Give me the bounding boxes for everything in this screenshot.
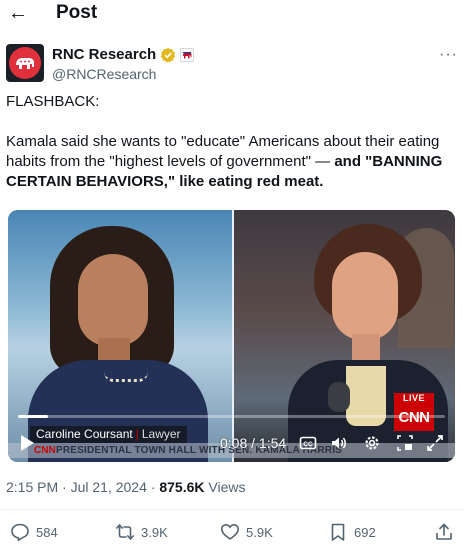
- volume-icon[interactable]: [330, 434, 348, 452]
- captions-icon[interactable]: CC: [299, 434, 317, 452]
- avatar[interactable]: [6, 44, 44, 82]
- pip-icon[interactable]: [396, 434, 414, 452]
- bookmark-icon: [331, 523, 345, 541]
- microphone-icon: [328, 382, 350, 412]
- author-name[interactable]: RNC Research: [52, 46, 156, 64]
- video-player[interactable]: LIVE CNN Caroline Coursant | Lawyer CNN PR…: [8, 210, 455, 462]
- top-bar: ← Post: [0, 0, 464, 28]
- reply-count: 584: [36, 524, 58, 540]
- views-label: Views: [208, 479, 246, 495]
- arrow-left-icon[interactable]: ←: [6, 1, 30, 25]
- divider: [0, 509, 464, 510]
- play-icon[interactable]: [18, 434, 36, 452]
- video-progress-bar[interactable]: [18, 415, 445, 418]
- post-meta: 2:15 PM · Jul 21, 2024 · 875.6K Views: [6, 479, 246, 495]
- tweet-line-flashback: FLASHBACK:: [6, 93, 100, 110]
- lower-third-role: Lawyer: [141, 427, 181, 441]
- action-bar: 584 3.9K 5.9K 692: [0, 520, 464, 544]
- reply-button[interactable]: 584: [10, 520, 58, 544]
- author-name-row: RNC Research: [52, 46, 195, 64]
- repost-icon: [116, 524, 134, 540]
- like-count: 5.9K: [246, 524, 273, 540]
- tweet-text: FLASHBACK: Kamala said she wants to "edu…: [6, 92, 458, 192]
- svg-text:CC: CC: [303, 441, 313, 448]
- like-button[interactable]: 5.9K: [220, 520, 273, 544]
- video-timecode: 0:08 / 1:54: [220, 435, 287, 451]
- page-title: Post: [56, 2, 98, 23]
- bookmark-button[interactable]: 692: [328, 520, 376, 544]
- bookmark-count: 692: [354, 524, 376, 540]
- reply-icon: [11, 523, 29, 541]
- live-label: LIVE: [394, 393, 434, 404]
- lower-third: Caroline Coursant | Lawyer: [30, 426, 230, 444]
- video-frame-left: [8, 210, 232, 462]
- share-icon: [436, 523, 452, 540]
- views-count: 875.6K: [159, 479, 205, 495]
- share-button[interactable]: [434, 520, 454, 544]
- affiliation-badge-icon[interactable]: [180, 48, 195, 62]
- cnn-live-badge: LIVE CNN: [394, 393, 434, 433]
- more-options-icon[interactable]: ···: [439, 46, 458, 64]
- settings-icon[interactable]: [363, 434, 381, 452]
- elephant-logo-icon: [9, 47, 41, 79]
- video-progress-fill: [18, 415, 48, 418]
- chyron-logo: CNN: [34, 445, 56, 456]
- author-row: RNC Research @RNCResearch ···: [6, 44, 458, 84]
- lower-third-name: Caroline Coursant: [36, 427, 133, 441]
- fullscreen-icon[interactable]: [426, 434, 444, 452]
- author-handle[interactable]: @RNCResearch: [52, 65, 156, 83]
- post-time[interactable]: 2:15 PM: [6, 479, 58, 495]
- post-date[interactable]: Jul 21, 2024: [71, 479, 147, 495]
- repost-count: 3.9K: [141, 524, 168, 540]
- heart-icon: [221, 524, 239, 540]
- verified-badge-icon[interactable]: [160, 47, 176, 63]
- repost-button[interactable]: 3.9K: [115, 520, 168, 544]
